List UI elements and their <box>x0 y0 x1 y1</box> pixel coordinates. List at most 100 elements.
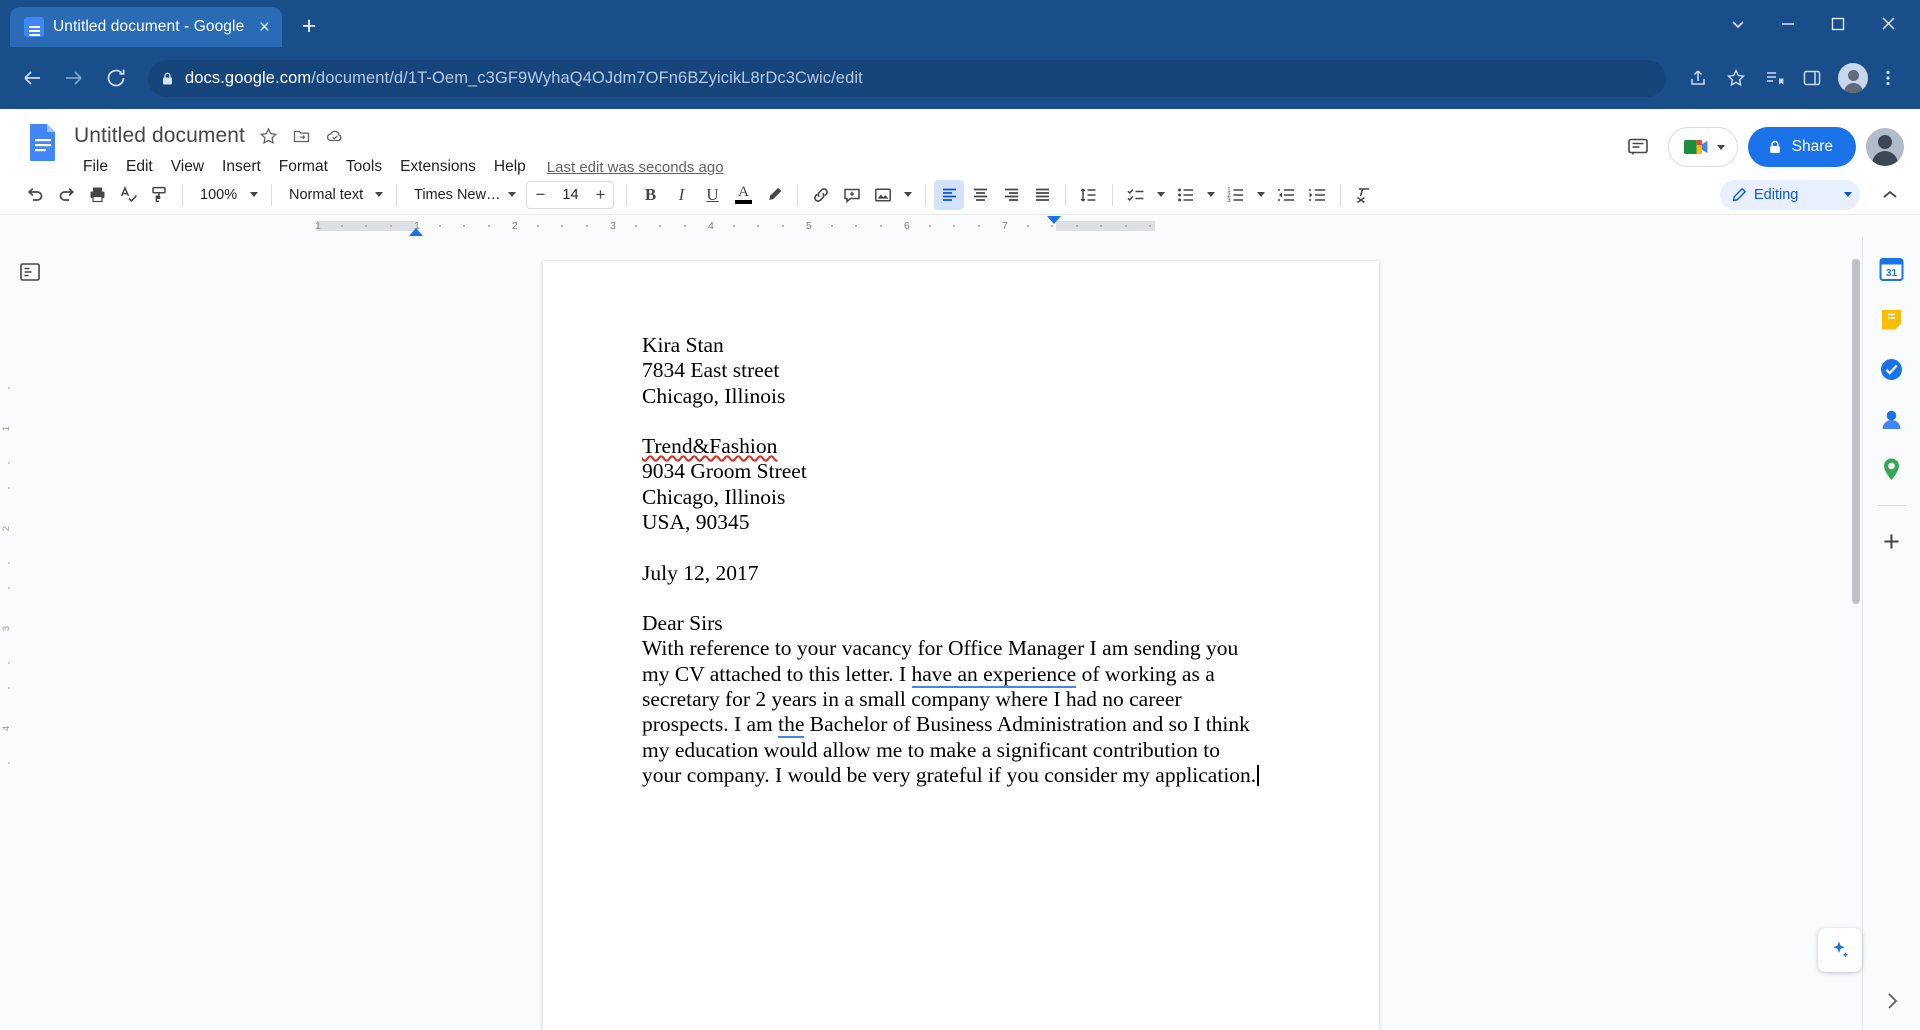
vertical-ruler: 1 2 3 4 <box>0 237 18 1030</box>
document-title[interactable]: Untitled document <box>74 124 245 148</box>
svg-text:31: 31 <box>1886 268 1898 279</box>
clear-formatting-icon[interactable] <box>1349 180 1379 210</box>
text-color-label: A <box>738 185 749 199</box>
font-selector[interactable]: Times New… <box>405 180 521 210</box>
text-color-button[interactable]: A <box>728 180 758 210</box>
decrease-font-size-button[interactable]: − <box>527 182 553 208</box>
address-bar[interactable]: docs.google.com/document/d/1T-Oem_c3GF9W… <box>148 60 1666 97</box>
collapse-toolbar-icon[interactable] <box>1880 185 1900 205</box>
back-arrow-icon[interactable] <box>14 60 50 96</box>
image-options-chevron-icon[interactable] <box>899 180 917 210</box>
numbered-list-icon[interactable]: 123 <box>1221 180 1251 210</box>
grammar-suggestion[interactable]: have an experience <box>912 662 1077 688</box>
bookmark-star-icon[interactable] <box>1718 60 1754 96</box>
explore-button[interactable] <box>1818 928 1862 972</box>
add-comment-icon[interactable] <box>837 180 867 210</box>
star-icon[interactable] <box>259 127 278 146</box>
forward-arrow-icon[interactable] <box>56 60 92 96</box>
google-tasks-icon[interactable] <box>1874 351 1910 387</box>
bulleted-list-options-chevron-icon[interactable] <box>1202 180 1220 210</box>
doc-title-row: Untitled document <box>74 122 1618 150</box>
google-keep-icon[interactable] <box>1874 301 1910 337</box>
browser-window: Untitled document - Google Doc × + <box>0 0 1920 1030</box>
reload-icon[interactable] <box>98 60 134 96</box>
add-app-button[interactable]: + <box>1874 524 1910 560</box>
numbered-list-options-chevron-icon[interactable] <box>1252 180 1270 210</box>
paragraph-style-selector[interactable]: Normal text <box>280 180 388 210</box>
zoom-selector[interactable]: 100% <box>191 180 263 210</box>
move-to-folder-icon[interactable] <box>292 127 311 146</box>
align-justify-button[interactable] <box>1027 180 1057 210</box>
align-right-button[interactable] <box>996 180 1026 210</box>
document-text[interactable]: Kira Stan 7834 East street Chicago, Illi… <box>642 333 1261 788</box>
increase-font-size-button[interactable]: + <box>587 182 613 208</box>
editing-mode-button[interactable]: Editing <box>1720 180 1860 210</box>
toolbar-divider <box>1065 184 1066 206</box>
increase-indent-icon[interactable] <box>1302 180 1332 210</box>
side-panel-icon[interactable] <box>1794 60 1830 96</box>
browser-tab[interactable]: Untitled document - Google Doc × <box>10 7 282 47</box>
font-size-input[interactable]: 14 <box>553 187 587 203</box>
share-button[interactable]: Share <box>1748 127 1856 167</box>
redo-icon[interactable] <box>51 180 81 210</box>
first-line-indent-marker[interactable] <box>409 228 423 236</box>
ruler-ticks: 1 2 3 4 5 6 7 1 <box>317 215 1155 237</box>
insert-link-icon[interactable] <box>806 180 836 210</box>
share-icon[interactable] <box>1680 60 1716 96</box>
vruler-number-4: 4 <box>1 726 12 731</box>
bold-button[interactable]: B <box>635 180 665 210</box>
scrollbar-thumb[interactable] <box>1852 259 1860 604</box>
vertical-scrollbar[interactable] <box>1850 237 1862 1030</box>
horizontal-ruler[interactable]: 1 2 3 4 5 6 7 1 <box>0 215 1920 237</box>
tab-close-icon[interactable]: × <box>255 18 274 37</box>
comment-history-icon[interactable] <box>1618 127 1658 167</box>
account-avatar[interactable] <box>1866 128 1904 166</box>
url-host: docs.google.com <box>185 69 311 87</box>
google-contacts-icon[interactable] <box>1874 401 1910 437</box>
align-center-button[interactable] <box>965 180 995 210</box>
underline-button[interactable]: U <box>697 180 727 210</box>
expand-panel-icon[interactable] <box>1881 990 1903 1012</box>
editing-mode-label: Editing <box>1754 187 1837 203</box>
zoom-value: 100% <box>200 187 237 203</box>
decrease-indent-icon[interactable] <box>1271 180 1301 210</box>
google-docs-logo-icon[interactable] <box>22 121 64 163</box>
window-minimize-icon[interactable] <box>1764 3 1812 45</box>
paint-format-icon[interactable] <box>144 180 174 210</box>
browser-profile-avatar[interactable] <box>1838 63 1868 93</box>
tab-search-chevron-icon[interactable] <box>1714 3 1762 45</box>
bulleted-list-icon[interactable] <box>1171 180 1201 210</box>
google-meet-button[interactable] <box>1668 127 1738 167</box>
docs-header-actions: Share <box>1618 119 1904 167</box>
last-edit-status[interactable]: Last edit was seconds ago <box>547 159 724 176</box>
ruler-track[interactable]: 1 2 3 4 5 6 7 1 <box>317 215 1155 237</box>
vruler-number-2: 2 <box>1 526 12 531</box>
reading-list-icon[interactable] <box>1756 60 1792 96</box>
spellcheck-icon[interactable] <box>113 180 143 210</box>
print-icon[interactable] <box>82 180 112 210</box>
right-indent-marker[interactable] <box>1047 216 1061 224</box>
cloud-saved-icon[interactable] <box>325 126 345 146</box>
window-maximize-icon[interactable] <box>1814 3 1862 45</box>
grammar-suggestion[interactable]: the <box>778 712 804 738</box>
checklist-icon[interactable] <box>1121 180 1151 210</box>
doc-blank-line <box>642 586 1261 611</box>
document-page[interactable]: Kira Stan 7834 East street Chicago, Illi… <box>543 261 1379 1030</box>
align-left-button[interactable] <box>934 180 964 210</box>
google-maps-icon[interactable] <box>1874 451 1910 487</box>
ruler-number-1: 1 <box>315 220 321 232</box>
insert-image-icon[interactable] <box>868 180 898 210</box>
google-apps-side-panel: 31 + <box>1862 237 1920 1030</box>
highlight-pen-icon[interactable] <box>759 180 789 210</box>
font-size-stepper[interactable]: − 14 + <box>526 181 614 209</box>
italic-button[interactable]: I <box>666 180 696 210</box>
new-tab-button[interactable]: + <box>292 9 326 43</box>
browser-more-menu-icon[interactable] <box>1870 60 1906 96</box>
undo-icon[interactable] <box>20 180 50 210</box>
lock-icon <box>160 71 175 86</box>
google-calendar-icon[interactable]: 31 <box>1874 251 1910 287</box>
document-outline-icon[interactable] <box>13 255 47 289</box>
checklist-options-chevron-icon[interactable] <box>1152 180 1170 210</box>
window-close-icon[interactable] <box>1864 3 1912 45</box>
line-spacing-icon[interactable] <box>1074 180 1104 210</box>
